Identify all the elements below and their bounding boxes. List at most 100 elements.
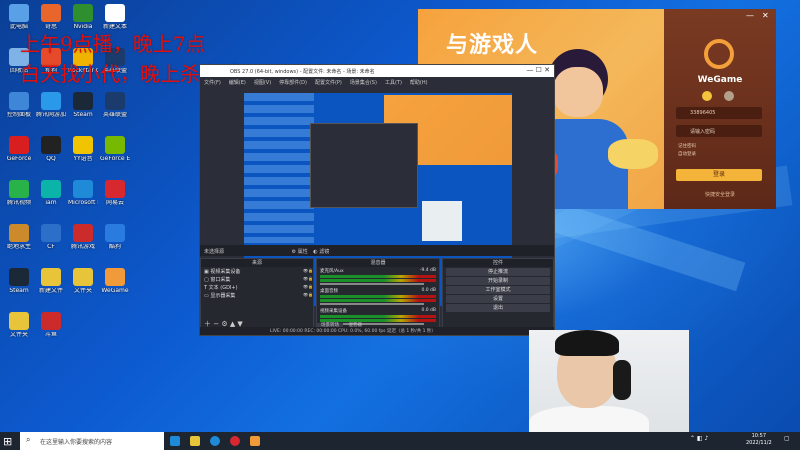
obs-menu-item[interactable]: 视图(V) bbox=[254, 80, 271, 86]
visibility-icon[interactable]: 👁🔒 bbox=[303, 276, 313, 281]
source-name: 窗口采集 bbox=[210, 277, 231, 283]
app-icon bbox=[105, 180, 125, 198]
properties-button[interactable]: 属性 bbox=[298, 249, 308, 255]
source-item[interactable]: ▣ 视频采集设备 👁🔒 bbox=[201, 267, 313, 275]
minimize-icon[interactable]: — bbox=[746, 11, 754, 20]
clock-time: 10:57 bbox=[751, 433, 767, 439]
desktop-icon[interactable]: 控制面板 bbox=[4, 92, 34, 119]
control-button[interactable]: 退出 bbox=[446, 304, 550, 312]
wegame-password-field[interactable]: 请输入密码 bbox=[676, 125, 762, 137]
file-explorer-icon[interactable] bbox=[190, 436, 200, 446]
overlay-schedule-text: 上午9点播，晚上7点 bbox=[20, 32, 206, 56]
desktop-icon[interactable]: Nvidia bbox=[68, 4, 98, 31]
wegame-wechat-login-icon[interactable] bbox=[724, 91, 734, 101]
desktop-icon-label: 控制面板 bbox=[6, 112, 31, 118]
obs-menu-item[interactable]: 帮助(H) bbox=[410, 80, 428, 86]
visibility-icon[interactable]: 👁🔒 bbox=[303, 268, 313, 273]
remember-password-checkbox[interactable]: 记住密码 bbox=[678, 143, 696, 149]
auto-login-checkbox[interactable]: 自动登录 bbox=[678, 151, 696, 157]
source-item[interactable]: T 文本 (GDI+) 👁🔒 bbox=[201, 283, 313, 291]
desktop-icon-label: Steam bbox=[9, 288, 29, 294]
obs-menu-item[interactable]: 配置文件(P) bbox=[315, 80, 342, 86]
obs-menu-item[interactable]: 工具(T) bbox=[385, 80, 402, 86]
clock-date: 2022/11/2 bbox=[746, 440, 772, 446]
desktop-icon[interactable]: 英雄联盟 bbox=[100, 92, 130, 119]
control-button[interactable]: 停止推流 bbox=[446, 268, 550, 276]
obs-titlebar: OBS 27.0 (64-bit, windows) - 配置文件: 未命名 -… bbox=[200, 65, 554, 77]
desktop-icon[interactable]: 腾讯网游加速器 bbox=[36, 92, 66, 119]
preview-desktop-icons bbox=[244, 93, 314, 243]
obs-menu-item[interactable]: 场景集合(S) bbox=[350, 80, 377, 86]
obs-menu-item[interactable]: 文件(F) bbox=[204, 80, 221, 86]
obs-menu-item[interactable]: 编辑(E) bbox=[229, 80, 246, 86]
desktop-icon[interactable]: iam bbox=[36, 180, 66, 207]
desktop-icon[interactable]: 腾讯游戏 bbox=[68, 224, 98, 251]
obs-taskbar-icon[interactable] bbox=[230, 436, 240, 446]
desktop-icon[interactable]: 新建文本 bbox=[100, 4, 130, 31]
desktop-icon[interactable]: 斗鱼 bbox=[36, 312, 66, 339]
close-icon[interactable]: ✕ bbox=[762, 11, 769, 20]
desktop-icon[interactable]: CF bbox=[36, 224, 66, 251]
source-item[interactable]: ▭ 显示器采集 👁🔒 bbox=[201, 291, 313, 299]
control-button[interactable]: 工作室模式 bbox=[446, 286, 550, 294]
visibility-icon[interactable]: 👁🔒 bbox=[303, 292, 313, 297]
filters-button[interactable]: 滤镜 bbox=[319, 249, 329, 255]
desktop-icon-label: CF bbox=[47, 244, 55, 250]
volume-slider[interactable] bbox=[320, 283, 424, 285]
app-icon bbox=[41, 224, 61, 242]
desktop-icon[interactable]: 此电脑 bbox=[4, 4, 34, 31]
desktop-icon[interactable]: Steam bbox=[4, 268, 34, 295]
windows-start-icon[interactable]: ⊞ bbox=[3, 435, 12, 448]
obs-menu-item[interactable]: 停靠部件(D) bbox=[279, 80, 307, 86]
control-button[interactable]: 设置 bbox=[446, 295, 550, 303]
desktop-icon-label: 斗鱼 bbox=[44, 332, 57, 338]
track-db: 0.0 dB bbox=[421, 308, 436, 313]
track-name: 桌面音频 bbox=[320, 289, 338, 294]
desktop-icon[interactable]: 文件夹 bbox=[68, 268, 98, 295]
wegame-qq-login-icon[interactable] bbox=[702, 91, 712, 101]
desktop-icon[interactable]: 绝地求生 bbox=[4, 224, 34, 251]
desktop-icon[interactable]: Steam bbox=[68, 92, 98, 119]
wegame-safe-login-link[interactable]: 快捷安全登录 bbox=[664, 191, 776, 198]
preview-obs bbox=[310, 123, 418, 208]
notification-icon[interactable]: ▢ bbox=[784, 435, 790, 442]
wegame-login-button[interactable]: 登录 bbox=[676, 169, 762, 181]
source-item[interactable]: ▢ 窗口采集 👁🔒 bbox=[201, 275, 313, 283]
wegame-account-field[interactable]: 33896405 bbox=[676, 107, 762, 119]
desktop-icon[interactable]: QQ bbox=[36, 136, 66, 163]
desktop-icon[interactable]: GeForce bbox=[4, 136, 34, 163]
app-icon bbox=[105, 4, 125, 22]
volume-slider[interactable] bbox=[320, 303, 424, 305]
filter-icon[interactable]: ◐ bbox=[313, 249, 317, 255]
network-icon[interactable]: ⌃ ◧ ♪ bbox=[690, 435, 708, 442]
gear-icon[interactable]: ⚙ bbox=[292, 249, 296, 255]
desktop-icon[interactable]: 腾讯视频 bbox=[4, 180, 34, 207]
desktop-icon[interactable]: YY语音 bbox=[68, 136, 98, 163]
app-icon bbox=[41, 268, 61, 286]
taskbar-search-placeholder: 在这里输入你要搜索的内容 bbox=[40, 439, 113, 446]
desktop-icon[interactable]: 新建文件 bbox=[36, 268, 66, 295]
taskbar-clock[interactable]: 10:57 2022/11/2 bbox=[746, 433, 772, 447]
desktop-icon[interactable]: 酷狗 bbox=[100, 224, 130, 251]
app-icon bbox=[73, 136, 93, 154]
desktop-icon[interactable]: Microsoft Edge bbox=[68, 180, 98, 207]
app-icon bbox=[73, 92, 93, 110]
task-view-icon[interactable] bbox=[170, 436, 180, 446]
control-button[interactable]: 开始录制 bbox=[446, 277, 550, 285]
desktop-icon[interactable]: 奇思 bbox=[36, 4, 66, 31]
streamer-shirt bbox=[529, 406, 649, 432]
desktop-icon[interactable]: 文件夹 bbox=[4, 312, 34, 339]
app-icon bbox=[41, 312, 61, 330]
desktop-icon[interactable]: GeForce Experience bbox=[100, 136, 130, 163]
track-name: 视频采集设备 bbox=[320, 309, 347, 314]
app-icon bbox=[41, 180, 61, 198]
edge-icon[interactable] bbox=[210, 436, 220, 446]
obs-window-controls[interactable]: — ☐ ✕ bbox=[526, 66, 550, 74]
desktop-icon[interactable]: 网易云 bbox=[100, 180, 130, 207]
desktop-icon[interactable]: WeGame bbox=[100, 268, 130, 295]
obs-statusbar: LIVE: 00:00:00 REC: 00:00:00 CPU: 0.0%, … bbox=[200, 327, 554, 335]
webcam-overlay bbox=[529, 330, 689, 432]
taskbar-search-box[interactable]: ⌕ 在这里输入你要搜索的内容 bbox=[20, 432, 164, 450]
visibility-icon[interactable]: 👁🔒 bbox=[303, 284, 313, 289]
wegame-taskbar-icon[interactable] bbox=[250, 436, 260, 446]
